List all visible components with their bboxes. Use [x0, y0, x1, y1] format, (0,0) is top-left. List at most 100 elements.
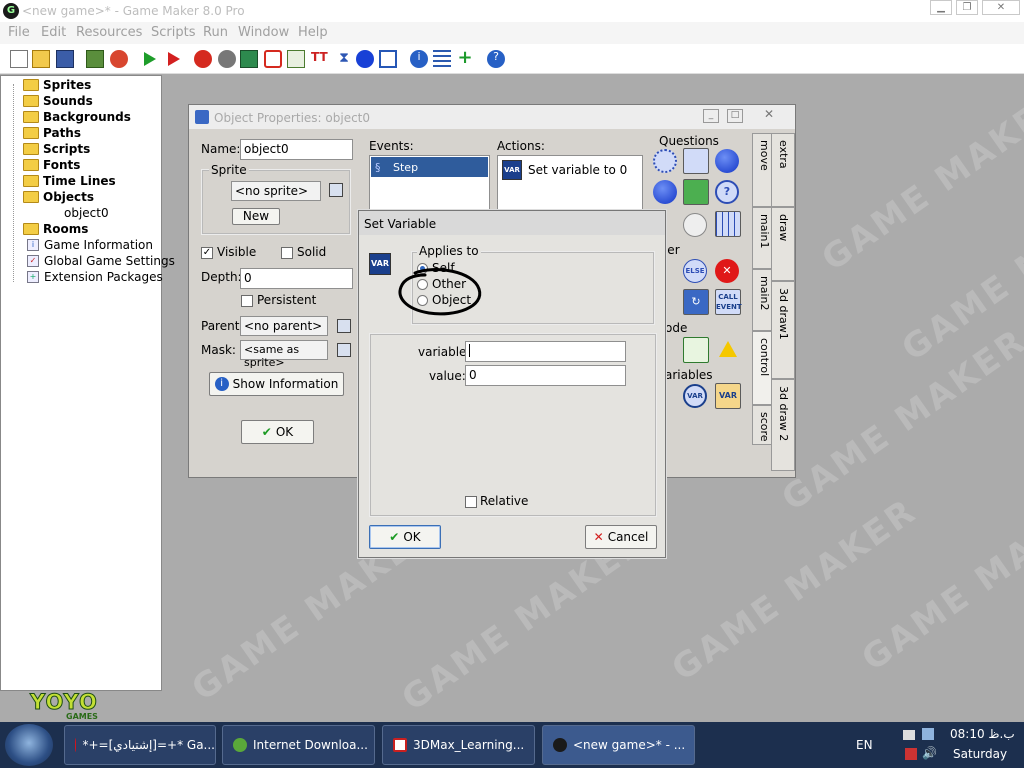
restore-button[interactable]: ❐ — [956, 0, 978, 15]
tab-3d-draw1[interactable]: 3d draw1 — [771, 281, 795, 379]
relative-checkbox[interactable] — [465, 496, 477, 508]
tree-item-fonts[interactable]: Fonts — [23, 157, 80, 173]
check-icon: ✔ — [389, 530, 400, 544]
test-variable-icon[interactable]: VAR — [683, 384, 707, 408]
tree-item-time-lines[interactable]: Time Lines — [23, 173, 116, 189]
add-script-icon[interactable] — [287, 50, 305, 68]
check-object-icon[interactable] — [715, 149, 739, 173]
game-info-icon[interactable]: i — [410, 50, 428, 68]
minimize-button[interactable]: ▁ — [930, 0, 952, 15]
repeat-icon[interactable]: ↻ — [683, 289, 709, 315]
menu-resources[interactable]: Resources — [76, 25, 142, 40]
setvar-cancel-button[interactable]: ✕ Cancel — [585, 525, 657, 549]
taskbar-button-game-maker[interactable]: <new game>* - ... — [542, 725, 695, 765]
tree-item-sprites[interactable]: Sprites — [23, 77, 91, 93]
tree-item-sounds[interactable]: Sounds — [23, 93, 93, 109]
event-item-step[interactable]: § Step — [371, 157, 488, 177]
tree-item-extension-packages[interactable]: + Extension Packages — [27, 269, 163, 285]
menu-window[interactable]: Window — [238, 25, 289, 40]
taskbar-button-pdf[interactable]: 3DMax_Learning... — [382, 725, 535, 765]
sprite-menu-icon[interactable] — [329, 183, 343, 197]
mask-menu-icon[interactable] — [337, 343, 351, 357]
tree-item-scripts[interactable]: Scripts — [23, 141, 90, 157]
tree-item-game-information[interactable]: i Game Information — [27, 237, 153, 253]
check-empty-icon[interactable] — [653, 149, 677, 173]
show-information-button[interactable]: i Show Information — [209, 372, 344, 396]
value-field[interactable]: 0 — [465, 365, 626, 386]
execute-script-icon[interactable] — [683, 337, 709, 363]
start-button[interactable] — [5, 724, 53, 766]
tree-item-backgrounds[interactable]: Backgrounds — [23, 109, 131, 125]
tab-extra[interactable]: extra — [771, 133, 795, 207]
add-room-icon[interactable] — [379, 50, 397, 68]
global-settings-icon[interactable] — [433, 50, 451, 68]
add-font-icon[interactable]: TT — [311, 50, 329, 68]
add-sprite-icon[interactable] — [194, 50, 212, 68]
call-event-icon[interactable]: CALL EVENT — [715, 289, 742, 315]
new-file-icon[interactable] — [10, 50, 28, 68]
setvar-ok-button[interactable]: ✔ OK — [369, 525, 441, 549]
menu-scripts[interactable]: Scripts — [151, 25, 195, 40]
warning-icon[interactable] — [719, 341, 737, 357]
publish-icon[interactable] — [110, 50, 128, 68]
check-mouse-icon[interactable] — [683, 213, 707, 237]
draw-variable-icon[interactable]: VAR — [715, 383, 741, 409]
parent-field[interactable]: <no parent> — [240, 316, 328, 336]
close-icon[interactable]: ✕ — [761, 107, 777, 123]
tree-item-object0[interactable]: object0 — [64, 205, 109, 221]
relative-label: Relative — [480, 494, 529, 508]
check-question-icon[interactable]: ? — [715, 180, 739, 204]
run-icon[interactable] — [140, 50, 158, 68]
volume-icon[interactable]: 🔊 — [922, 746, 937, 760]
add-timeline-icon[interactable]: ⧗ — [335, 50, 353, 68]
debug-run-icon[interactable] — [164, 50, 182, 68]
taskbar-button-opera[interactable]: *+=[إشتيادي]=+* Ga... — [64, 725, 216, 765]
minimize-icon[interactable]: _ — [703, 109, 719, 123]
add-background-icon[interactable] — [240, 50, 258, 68]
tab-draw[interactable]: draw — [771, 207, 795, 281]
mask-field[interactable]: <same as sprite> — [240, 340, 328, 369]
help-icon[interactable]: ? — [487, 50, 505, 68]
depth-field[interactable]: 0 — [240, 268, 353, 289]
taskbar-button-idm[interactable]: Internet Downloa... — [222, 725, 375, 765]
security-icon[interactable] — [905, 748, 917, 760]
else-icon[interactable]: ELSE — [683, 259, 707, 283]
exit-event-icon[interactable]: ✕ — [715, 259, 739, 283]
variable-field[interactable] — [465, 341, 626, 362]
action-item-set-variable[interactable]: Set variable to 0 — [528, 163, 627, 177]
open-folder-icon[interactable] — [32, 50, 50, 68]
sprite-field[interactable]: <no sprite> — [231, 181, 321, 201]
save-icon[interactable] — [56, 50, 74, 68]
object-ok-button[interactable]: ✔ OK — [241, 420, 314, 444]
tree-item-paths[interactable]: Paths — [23, 125, 81, 141]
test-instance-count-icon[interactable] — [653, 180, 677, 204]
persistent-checkbox[interactable] — [241, 295, 253, 307]
extension-packages-icon[interactable]: + — [456, 49, 474, 68]
tree-item-global-settings[interactable]: ✓ Global Game Settings — [27, 253, 175, 269]
solid-checkbox[interactable] — [281, 247, 293, 259]
name-field[interactable]: object0 — [240, 139, 353, 160]
menu-run[interactable]: Run — [203, 25, 228, 40]
new-sprite-button[interactable]: New — [232, 208, 280, 225]
visible-checkbox[interactable]: ✓ — [201, 247, 213, 259]
test-chance-icon[interactable] — [683, 179, 709, 205]
check-collision-icon[interactable] — [683, 148, 709, 174]
clock-time[interactable]: 08:10 ب.ظ — [950, 727, 1015, 741]
menu-file[interactable]: File — [8, 25, 30, 40]
tree-item-rooms[interactable]: Rooms — [23, 221, 88, 237]
language-indicator[interactable]: EN — [856, 738, 873, 752]
tree-item-objects[interactable]: Objects — [23, 189, 94, 205]
flag-icon[interactable] — [903, 730, 915, 740]
parent-menu-icon[interactable] — [337, 319, 351, 333]
create-executable-icon[interactable] — [86, 50, 104, 68]
maximize-icon[interactable]: □ — [727, 109, 743, 123]
add-sound-icon[interactable] — [218, 50, 236, 68]
add-object-icon[interactable] — [356, 50, 374, 68]
tab-3d-draw2[interactable]: 3d draw 2 — [771, 379, 795, 471]
menu-edit[interactable]: Edit — [41, 25, 66, 40]
check-grid-icon[interactable] — [715, 211, 741, 237]
close-button[interactable]: ✕ — [982, 0, 1020, 15]
network-icon[interactable] — [922, 728, 934, 740]
menu-help[interactable]: Help — [298, 25, 328, 40]
add-path-icon[interactable] — [264, 50, 282, 68]
